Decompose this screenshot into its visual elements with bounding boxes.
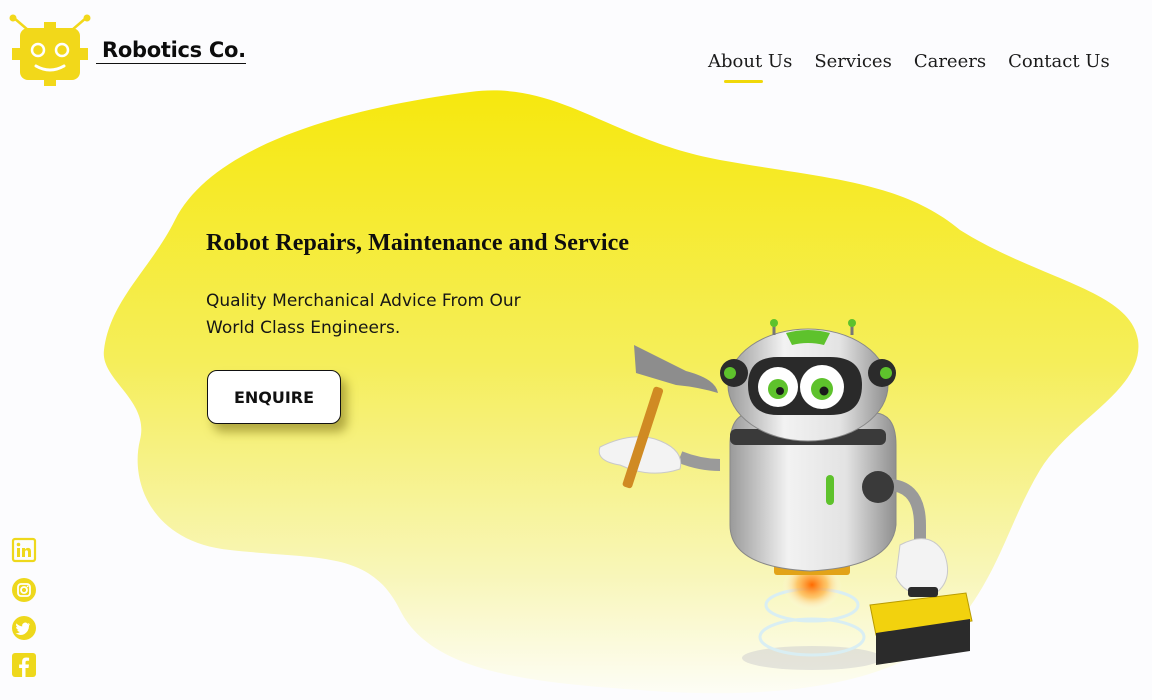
nav-item-services[interactable]: Services [814,51,891,78]
nav-item-careers[interactable]: Careers [914,51,986,78]
brand-name[interactable]: Robotics Co. [96,38,246,64]
hero-subtitle-line1: Quality Merchanical Advice From Our [206,291,521,311]
robot-gear-logo-icon[interactable] [8,14,92,90]
robot-mascot-illustration [598,319,973,670]
linkedin-icon[interactable] [11,537,37,563]
twitter-icon[interactable] [11,615,37,641]
nav-item-contact-us[interactable]: Contact Us [1008,51,1110,78]
enquire-button[interactable]: ENQUIRE [207,370,341,424]
nav-item-about-us[interactable]: About Us [708,51,792,83]
hero-subtitle-line2: World Class Engineers. [206,318,401,338]
hero-title: Robot Repairs, Maintenance and Service [206,230,630,256]
hero-section: Robot Repairs, Maintenance and Service Q… [206,230,629,342]
facebook-icon[interactable] [11,652,37,678]
hero-subtitle: Quality Merchanical Advice From Our Worl… [206,288,566,342]
instagram-icon[interactable] [11,577,37,603]
main-nav: About Us Services Careers Contact Us [708,51,1110,83]
